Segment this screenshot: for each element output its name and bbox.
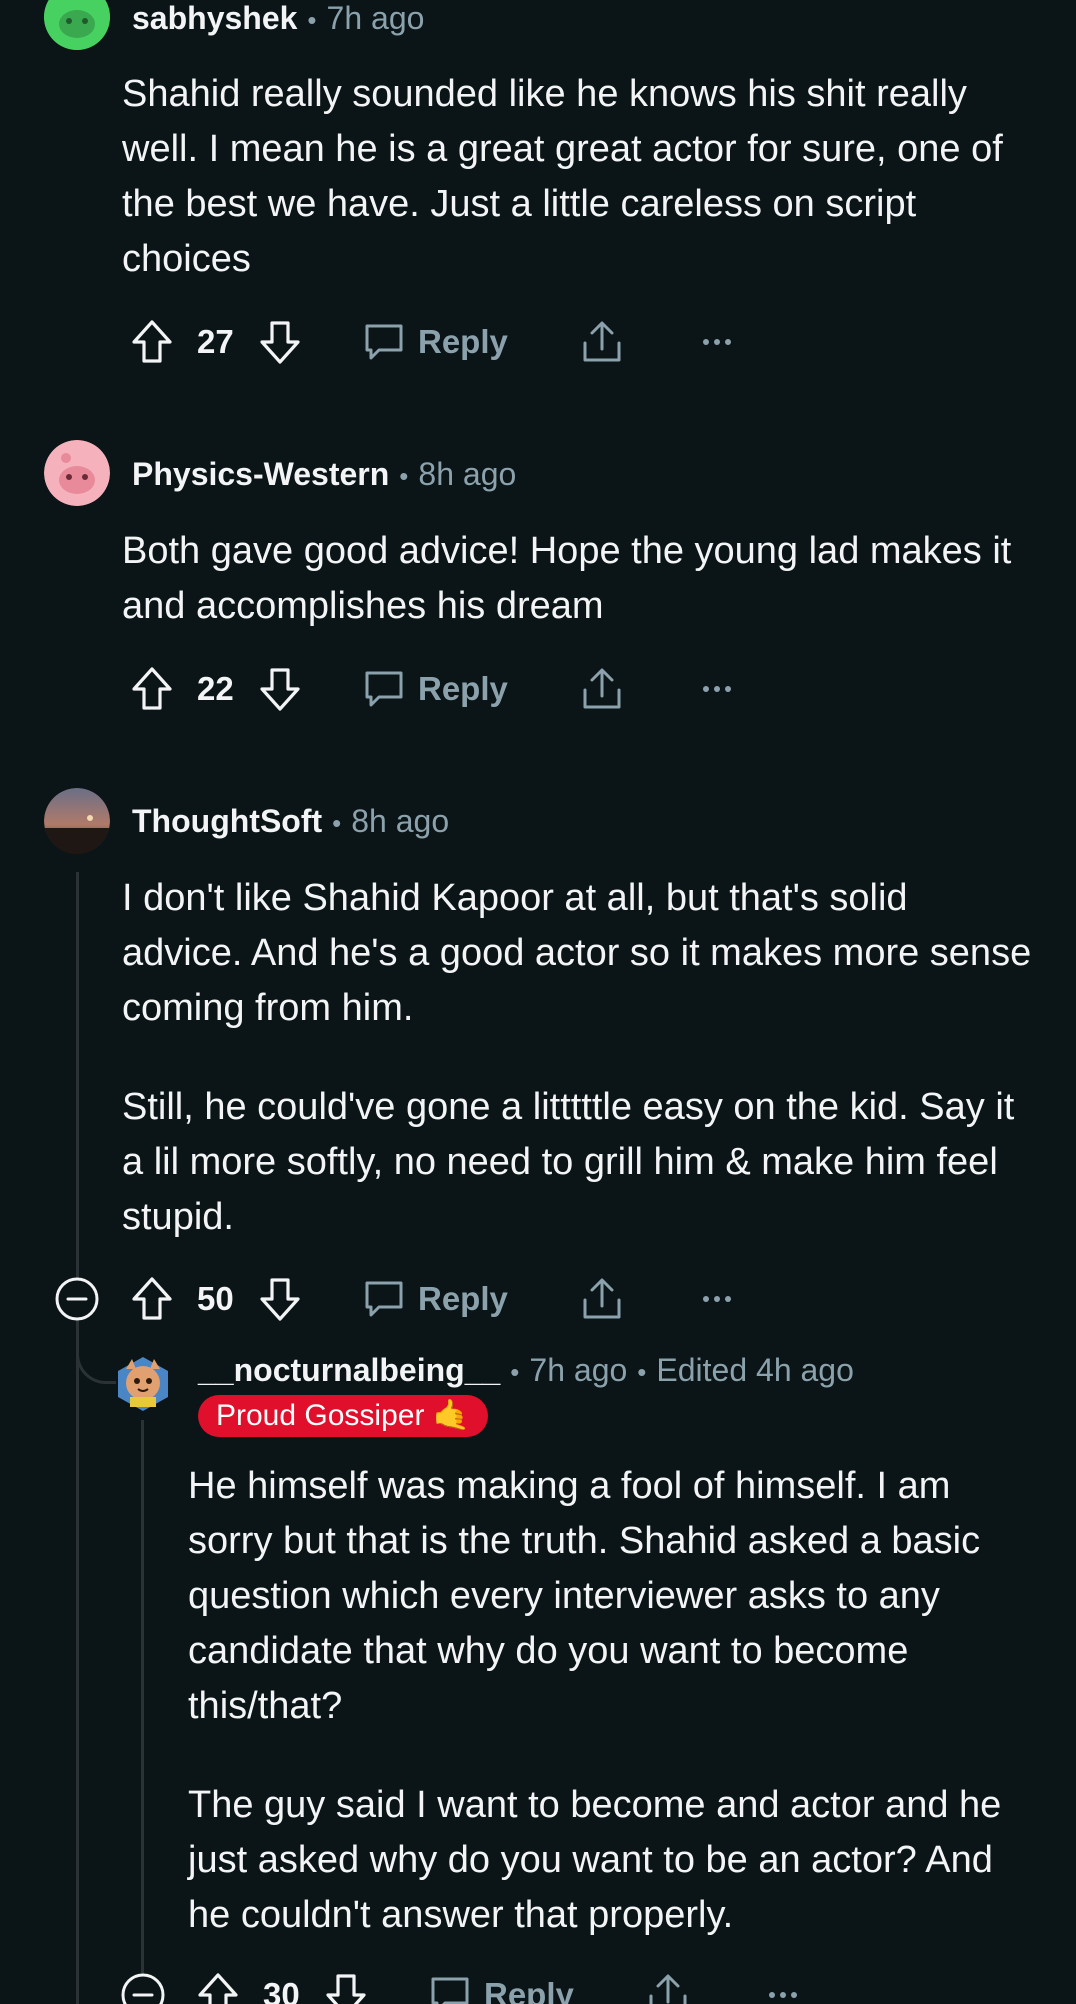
avatar[interactable]	[44, 788, 110, 854]
reply-label: Reply	[418, 323, 508, 360]
username[interactable]: sabhyshek	[132, 0, 297, 37]
comment-thread: sabhyshek • 7h ago Shahid really sounded…	[0, 0, 1076, 2004]
more-options-button[interactable]	[702, 684, 732, 694]
vote-count: 27	[197, 323, 234, 360]
user-flair: Proud Gossiper 🤙	[198, 1395, 489, 1437]
share-button[interactable]	[580, 1276, 624, 1322]
thread-line-thoughtsoft	[76, 872, 79, 2004]
more-options-icon	[768, 1990, 798, 2000]
username[interactable]: Physics-Western	[132, 456, 389, 493]
photo-avatar-icon	[44, 788, 110, 854]
downvote-icon	[258, 1276, 302, 1322]
downvote-button[interactable]	[258, 1276, 302, 1322]
more-options-icon	[702, 684, 732, 694]
upvote-icon	[130, 666, 174, 712]
more-options-icon	[702, 337, 732, 347]
share-icon	[580, 319, 624, 365]
separator-dot: •	[307, 5, 317, 35]
vote-count: 22	[197, 670, 234, 707]
edited-timestamp: Edited 4h ago	[656, 1352, 854, 1388]
share-icon	[580, 666, 624, 712]
vote-count: 30	[263, 1976, 300, 2004]
collapse-thread-button[interactable]	[120, 1972, 166, 2004]
reply-button[interactable]: Reply	[362, 667, 508, 711]
more-options-button[interactable]	[702, 1294, 732, 1304]
upvote-button[interactable]	[130, 1276, 174, 1322]
username[interactable]: __nocturnalbeing__	[198, 1352, 500, 1389]
separator-dot: •	[332, 808, 342, 838]
avatar[interactable]	[44, 0, 110, 50]
upvote-icon	[130, 319, 174, 365]
more-options-button[interactable]	[702, 337, 732, 347]
downvote-button[interactable]	[324, 1972, 368, 2004]
comment-meta: __nocturnalbeing__ • 7h ago • Edited 4h …	[198, 1352, 854, 1389]
comment-meta: Physics-Western • 8h ago	[132, 456, 516, 493]
comment-actions: 22 Reply	[0, 659, 1076, 719]
more-options-icon	[702, 1294, 732, 1304]
reply-bubble-icon	[428, 1973, 472, 2004]
downvote-button[interactable]	[258, 319, 302, 365]
avatar[interactable]	[112, 1353, 174, 1415]
downvote-icon	[258, 319, 302, 365]
share-button[interactable]	[580, 319, 624, 365]
timestamp: 7h ago	[529, 1352, 628, 1388]
reply-bubble-icon	[362, 667, 406, 711]
reply-button[interactable]: Reply	[362, 320, 508, 364]
comment-actions: 30 Reply	[0, 1965, 1076, 2004]
reply-label: Reply	[484, 1976, 574, 2004]
comment-actions: 27 Reply	[0, 312, 1076, 372]
reply-label: Reply	[418, 1280, 508, 1317]
share-icon	[646, 1972, 690, 2004]
reply-button[interactable]: Reply	[428, 1973, 574, 2004]
upvote-icon	[130, 1276, 174, 1322]
share-icon	[580, 1276, 624, 1322]
comment-actions: 50 Reply	[0, 1269, 1076, 1329]
timestamp: 8h ago	[351, 803, 450, 839]
reply-bubble-icon	[362, 1277, 406, 1321]
comment-body: He himself was making a fool of himself.…	[188, 1459, 1038, 1943]
vote-count: 50	[197, 1280, 234, 1317]
snoo-avatar-icon	[44, 0, 110, 50]
upvote-button[interactable]	[130, 666, 174, 712]
share-button[interactable]	[646, 1972, 690, 2004]
thread-line-nocturnal	[141, 1420, 144, 2004]
snoo-character-avatar-icon	[118, 1357, 168, 1411]
reply-label: Reply	[418, 670, 508, 707]
comment-body: Both gave good advice! Hope the young la…	[122, 524, 1042, 634]
upvote-button[interactable]	[130, 319, 174, 365]
comment-paragraph: Still, he could've gone a litttttle easy…	[122, 1086, 1015, 1238]
snoo-avatar-icon	[44, 440, 110, 506]
comment-paragraph: Shahid really sounded like he knows his …	[122, 73, 1003, 280]
share-button[interactable]	[580, 666, 624, 712]
collapse-thread-button[interactable]	[54, 1276, 100, 1322]
comment-paragraph: I don't like Shahid Kapoor at all, but t…	[122, 877, 1032, 1029]
comment-meta: ThoughtSoft • 8h ago	[132, 803, 449, 840]
username[interactable]: ThoughtSoft	[132, 803, 322, 840]
comment-paragraph: Both gave good advice! Hope the young la…	[122, 530, 1012, 627]
collapse-thread-icon	[54, 1276, 100, 1322]
comment-paragraph: The guy said I want to become and actor …	[188, 1784, 1002, 1936]
comment-paragraph: He himself was making a fool of himself.…	[188, 1465, 981, 1727]
separator-dot: •	[637, 1357, 647, 1387]
separator-dot: •	[510, 1357, 520, 1387]
avatar[interactable]	[44, 440, 110, 506]
downvote-icon	[258, 666, 302, 712]
downvote-icon	[324, 1972, 368, 2004]
timestamp: 7h ago	[326, 0, 425, 36]
comment-body: Shahid really sounded like he knows his …	[122, 67, 1042, 287]
reply-button[interactable]: Reply	[362, 1277, 508, 1321]
reply-bubble-icon	[362, 320, 406, 364]
comment-body: I don't like Shahid Kapoor at all, but t…	[122, 871, 1032, 1245]
comment-meta: sabhyshek • 7h ago	[132, 0, 424, 37]
upvote-icon	[196, 1972, 240, 2004]
timestamp: 8h ago	[418, 456, 517, 492]
collapse-thread-icon	[120, 1972, 166, 2004]
more-options-button[interactable]	[768, 1990, 798, 2000]
upvote-button[interactable]	[196, 1972, 240, 2004]
separator-dot: •	[399, 461, 409, 491]
downvote-button[interactable]	[258, 666, 302, 712]
